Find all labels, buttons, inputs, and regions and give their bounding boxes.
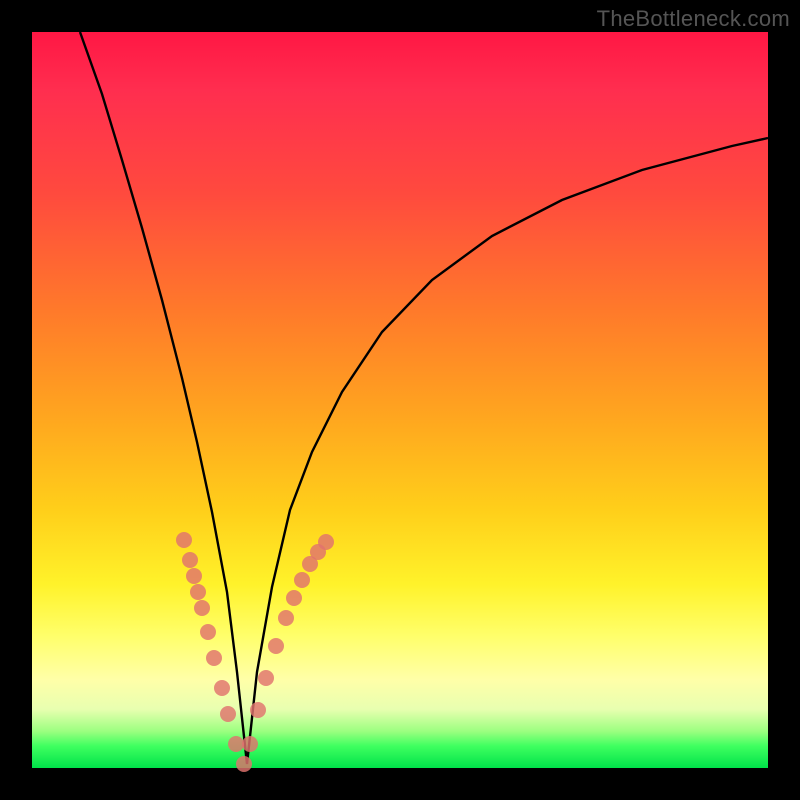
- highlight-dot: [236, 756, 252, 772]
- watermark-text: TheBottleneck.com: [597, 6, 790, 32]
- highlight-dot: [200, 624, 216, 640]
- highlight-dot: [250, 702, 266, 718]
- chart-svg: [32, 32, 768, 768]
- highlight-dot: [258, 670, 274, 686]
- highlight-dot: [242, 736, 258, 752]
- highlight-dot: [220, 706, 236, 722]
- highlight-dot: [214, 680, 230, 696]
- highlight-dot: [228, 736, 244, 752]
- highlight-dot: [294, 572, 310, 588]
- highlight-dots-group: [176, 532, 334, 772]
- plot-area: [32, 32, 768, 768]
- highlight-dot: [176, 532, 192, 548]
- bottleneck-curve: [80, 32, 768, 764]
- highlight-dot: [190, 584, 206, 600]
- highlight-dot: [194, 600, 210, 616]
- highlight-dot: [286, 590, 302, 606]
- highlight-dot: [278, 610, 294, 626]
- highlight-dot: [186, 568, 202, 584]
- highlight-dot: [206, 650, 222, 666]
- highlight-dot: [268, 638, 284, 654]
- highlight-dot: [182, 552, 198, 568]
- highlight-dot: [318, 534, 334, 550]
- outer-frame: TheBottleneck.com: [0, 0, 800, 800]
